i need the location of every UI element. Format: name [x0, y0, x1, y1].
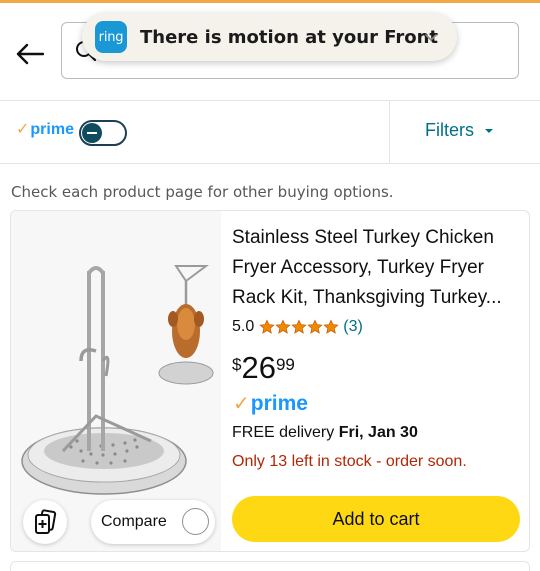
- ring-logo-icon: ring: [95, 21, 127, 53]
- star-icon: [259, 319, 275, 334]
- prime-logo-text: prime: [30, 121, 74, 138]
- toggle-off-icon: [82, 123, 102, 143]
- see-similar-button[interactable]: [23, 500, 67, 544]
- prime-toggle[interactable]: [79, 120, 127, 146]
- rating-row[interactable]: 5.0 (3): [232, 318, 363, 336]
- filters-button[interactable]: Filters: [425, 120, 494, 141]
- prime-filter-label: ✓ prime: [16, 119, 74, 139]
- product-title-line: Fryer Accessory, Turkey Fryer: [232, 257, 484, 278]
- rating-value: 5.0: [232, 318, 255, 335]
- prime-check-icon: ✓: [233, 391, 250, 415]
- star-icon: [323, 319, 339, 334]
- delivery-prefix: FREE delivery: [232, 424, 339, 441]
- arrow-left-icon: [16, 43, 44, 65]
- prime-logo: ✓ prime: [16, 119, 74, 139]
- star-icon: [307, 319, 323, 334]
- star-icon: [291, 319, 307, 334]
- compare-label: Compare: [101, 513, 167, 530]
- ring-motion-notification[interactable]: ring There is motion at your Front: [82, 13, 457, 61]
- price: $ 26 99: [232, 351, 295, 385]
- product-image[interactable]: Compare: [11, 211, 221, 551]
- prime-check-icon: ✓: [16, 119, 30, 138]
- add-to-cart-button[interactable]: Add to cart: [232, 496, 520, 542]
- price-fraction: 99: [275, 355, 295, 374]
- delivery-info: FREE delivery Fri, Jan 30: [232, 424, 418, 442]
- filters-label: Filters: [425, 120, 474, 140]
- price-whole: 26: [241, 350, 276, 385]
- star-icon: [275, 319, 291, 334]
- product-card[interactable]: Compare Stainless Steel Turkey Chicken F…: [10, 210, 530, 552]
- divider: [389, 101, 390, 164]
- compare-checkbox[interactable]: [182, 508, 209, 535]
- prime-badge: ✓ prime: [233, 391, 308, 416]
- product-title[interactable]: Stainless Steel Turkey Chicken Fryer Acc…: [232, 223, 524, 313]
- compare-button[interactable]: Compare: [91, 500, 215, 544]
- stock-message: Only 13 left in stock - order soon.: [232, 453, 467, 470]
- filter-bar: ✓ prime Filters: [0, 100, 540, 164]
- prime-badge-text: prime: [250, 392, 308, 415]
- price-symbol: $: [232, 355, 242, 374]
- next-product-card[interactable]: [10, 561, 530, 571]
- back-button[interactable]: [12, 36, 48, 72]
- product-title-line: Stainless Steel Turkey Chicken: [232, 227, 494, 248]
- review-count-link[interactable]: (3): [343, 318, 363, 336]
- star-rating: [259, 319, 339, 335]
- notification-message: There is motion at your Front: [140, 26, 439, 48]
- caret-down-icon: [485, 128, 493, 133]
- chevron-down-icon[interactable]: [423, 29, 439, 45]
- buying-options-notice: Check each product page for other buying…: [11, 183, 394, 201]
- see-similar-icon: [35, 509, 57, 534]
- delivery-date: Fri, Jan 30: [338, 424, 418, 441]
- product-title-line: Rack Kit, Thanksgiving Turkey...: [232, 287, 502, 308]
